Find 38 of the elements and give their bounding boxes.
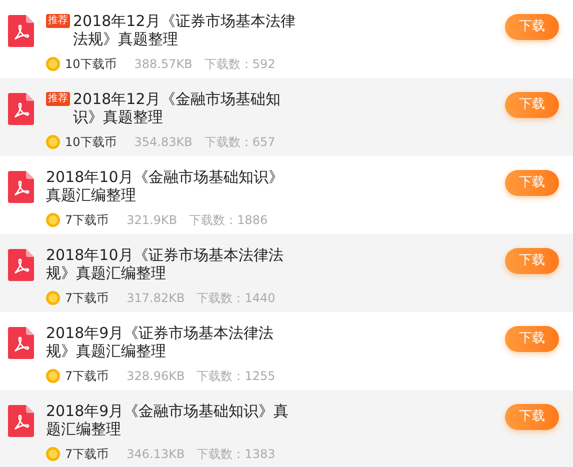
- price-text: 10下载币: [65, 134, 116, 151]
- coin-icon: [46, 369, 60, 383]
- price-text: 7下载币: [65, 212, 109, 229]
- price-text: 10下载币: [65, 56, 116, 73]
- download-count: 下载数：1255: [196, 368, 276, 385]
- file-title[interactable]: 2018年10月《金融市场基础知识》真题汇编整理: [46, 168, 298, 204]
- price-text: 7下载币: [65, 368, 109, 385]
- file-size: 346.13KB: [126, 446, 185, 463]
- pdf-file-icon: [8, 93, 34, 125]
- file-title[interactable]: 2018年12月《证券市场基本法律法规》真题整理: [73, 12, 298, 48]
- pdf-file-icon: [8, 171, 34, 203]
- pdf-file-icon: [8, 15, 34, 47]
- pdf-file-icon: [8, 249, 34, 281]
- file-size: 354.83KB: [134, 134, 192, 151]
- file-title[interactable]: 2018年9月《证券市场基本法律法规》真题汇编整理: [46, 324, 298, 360]
- coin-icon: [46, 135, 60, 149]
- file-title[interactable]: 2018年12月《金融市场基础知识》真题整理: [73, 90, 298, 126]
- download-count: 下载数：592: [204, 56, 276, 73]
- price-text: 7下载币: [65, 290, 109, 307]
- download-count: 下载数：1440: [196, 290, 276, 307]
- file-title[interactable]: 2018年9月《金融市场基础知识》真题汇编整理: [46, 402, 298, 438]
- pdf-file-icon: [8, 405, 34, 437]
- coin-icon: [46, 447, 60, 461]
- file-size: 328.96KB: [126, 368, 185, 385]
- coin-icon: [46, 213, 60, 227]
- coin-icon: [46, 57, 60, 71]
- pdf-file-icon: [8, 327, 34, 359]
- file-size: 317.82KB: [126, 290, 185, 307]
- download-count: 下载数：1886: [189, 212, 268, 229]
- coin-icon: [46, 291, 60, 305]
- recommend-badge: 推荐: [46, 14, 70, 28]
- file-size: 321.9KB: [126, 212, 178, 229]
- file-size: 388.57KB: [134, 56, 192, 73]
- download-count: 下载数：657: [204, 134, 276, 151]
- download-count: 下载数：1383: [196, 446, 276, 463]
- recommend-badge: 推荐: [46, 92, 70, 106]
- price-text: 7下载币: [65, 446, 109, 463]
- file-title[interactable]: 2018年10月《证券市场基本法律法规》真题汇编整理: [46, 246, 298, 282]
